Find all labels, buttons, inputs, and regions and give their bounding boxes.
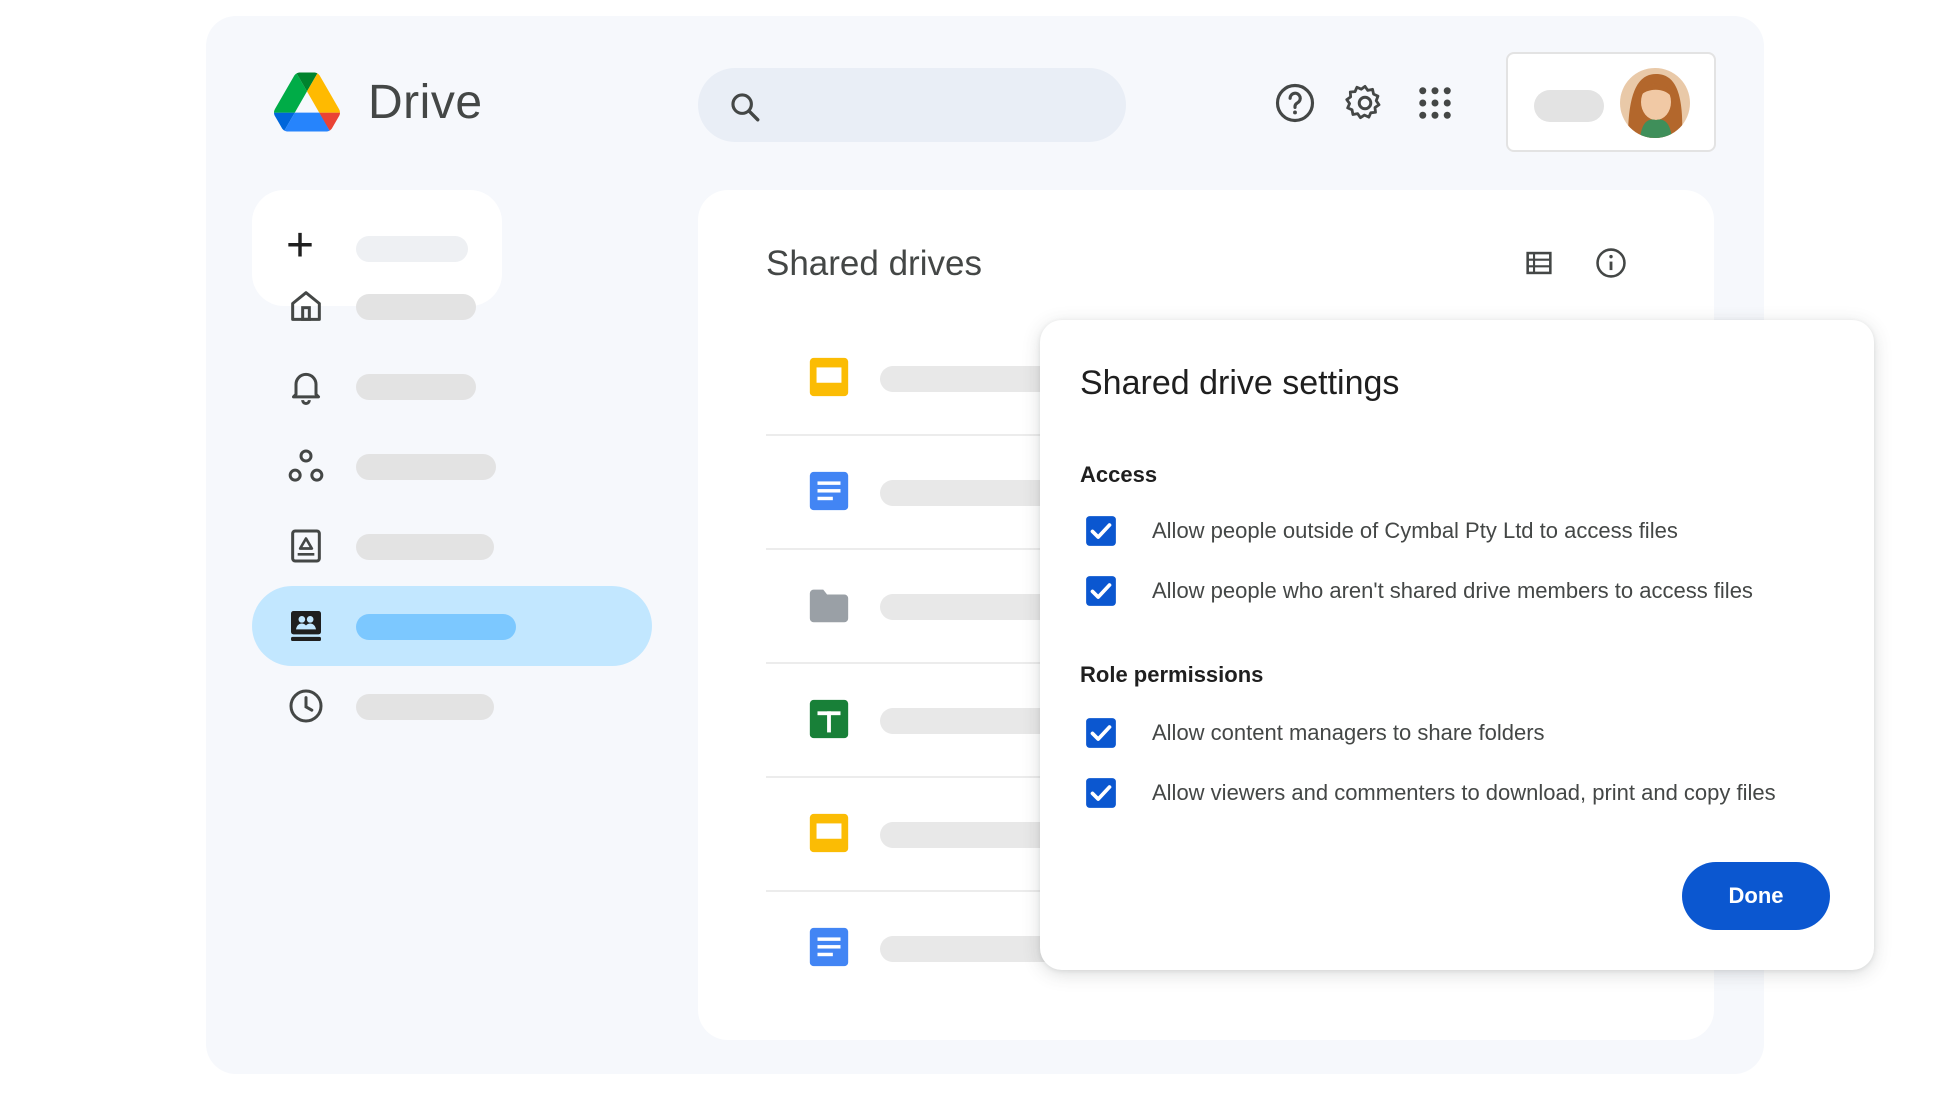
sidebar-label-placeholder <box>356 294 476 320</box>
sidebar-label-placeholder <box>356 374 476 400</box>
page-title: Shared drives <box>766 244 982 283</box>
drive-logo[interactable]: Drive <box>274 72 483 132</box>
sheets-file-icon <box>809 699 849 739</box>
sidebar-item-home[interactable] <box>252 266 652 346</box>
option-label: Allow content managers to share folders <box>1152 720 1545 745</box>
home-icon <box>291 291 321 321</box>
sidebar-label-placeholder <box>356 694 494 720</box>
plus-icon: + <box>286 219 315 272</box>
docs-file-icon <box>809 927 849 967</box>
sidebar-item-shared-with-me[interactable] <box>252 426 652 506</box>
sidebar-item-activity[interactable] <box>252 346 652 426</box>
slides-file-icon <box>809 813 849 853</box>
shared-drive-settings-dialog: Shared drive settings Access Allow peopl… <box>1040 320 1874 970</box>
section-heading-access: Access <box>1080 462 1158 487</box>
checkbox-checked-icon <box>1086 576 1116 606</box>
app-title: Drive <box>368 75 483 129</box>
option-label: Allow people outside of Cymbal Pty Ltd t… <box>1152 518 1678 543</box>
checkbox-checked-icon <box>1086 516 1116 546</box>
option-label: Allow viewers and commenters to download… <box>1152 780 1776 805</box>
sidebar-item-my-drive[interactable] <box>252 506 652 586</box>
checkbox-non-member-access[interactable] <box>1084 574 1118 608</box>
sidebar-item-recent[interactable] <box>252 666 652 746</box>
sidebar-label-placeholder <box>356 614 516 640</box>
checkbox-viewers-download[interactable] <box>1084 776 1118 810</box>
sidebar-item-shared-drives[interactable] <box>252 586 652 666</box>
search-bar[interactable] <box>698 68 1126 142</box>
settings-gear-icon[interactable] <box>1344 82 1386 124</box>
slides-file-icon <box>809 357 849 397</box>
list-view-icon[interactable] <box>1522 246 1556 280</box>
user-avatar[interactable] <box>1620 68 1690 138</box>
bell-icon <box>292 372 320 405</box>
option-label: Allow people who aren't shared drive mem… <box>1152 578 1753 603</box>
info-icon[interactable] <box>1594 246 1628 280</box>
help-icon[interactable] <box>1274 82 1316 124</box>
shared-drive-icon <box>291 611 321 641</box>
new-button-label-placeholder <box>356 236 468 262</box>
drive-folder-icon <box>291 529 321 563</box>
checkbox-content-managers-share[interactable] <box>1084 716 1118 750</box>
apps-grid-icon[interactable] <box>1414 82 1456 124</box>
done-button[interactable]: Done <box>1682 862 1830 930</box>
search-icon <box>731 93 760 122</box>
section-heading-role-permissions: Role permissions <box>1080 662 1264 687</box>
drive-logo-icon <box>274 72 340 132</box>
people-network-icon <box>288 449 324 482</box>
sidebar-label-placeholder <box>356 534 494 560</box>
clock-icon <box>289 689 323 723</box>
checkbox-checked-icon <box>1086 778 1116 808</box>
docs-file-icon <box>809 471 849 511</box>
checkbox-outside-access[interactable] <box>1084 514 1118 548</box>
checkbox-checked-icon <box>1086 718 1116 748</box>
avatar-image <box>1620 68 1690 138</box>
dialog-title: Shared drive settings <box>1080 364 1400 402</box>
account-name-placeholder <box>1534 90 1604 122</box>
sidebar-label-placeholder <box>356 454 496 480</box>
folder-icon <box>809 589 849 623</box>
account-switcher[interactable] <box>1506 52 1716 152</box>
